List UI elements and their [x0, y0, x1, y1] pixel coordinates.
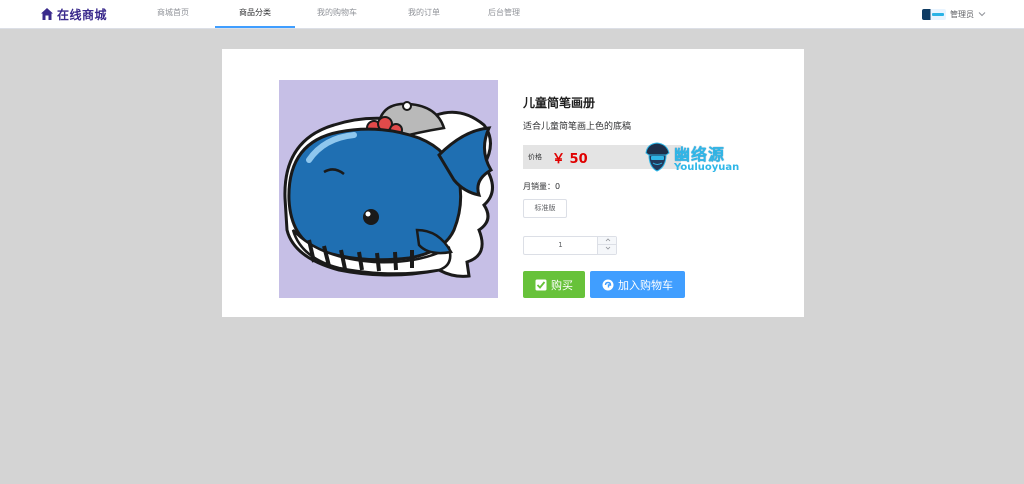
user-name: 管理员 — [950, 9, 974, 19]
monthly-sales: 月销量：0 — [523, 182, 561, 191]
nav-item-categories[interactable]: 商品分类 — [215, 0, 295, 28]
nav-item-cart[interactable]: 我的购物车 — [297, 0, 377, 28]
avatar — [922, 8, 946, 20]
product-description: 适合儿童简笔画上色的底稿 — [523, 122, 632, 132]
price-label: 价格 — [528, 153, 542, 161]
product-title: 儿童简笔画册 — [523, 96, 596, 110]
top-nav-bar: 在线商城 商城首页 商品分类 我的购物车 我的订单 后台管理 管理员 — [0, 0, 1024, 29]
buy-button-label: 购买 — [551, 278, 573, 292]
quantity-stepper[interactable]: 1 — [523, 236, 617, 255]
site-logo[interactable]: 在线商城 — [40, 6, 107, 22]
home-icon — [41, 8, 53, 20]
cartoon-whale-image — [283, 101, 494, 278]
cart-add-icon — [602, 279, 614, 290]
user-menu[interactable]: 管理员 — [922, 7, 986, 21]
chevron-up-icon — [605, 238, 610, 242]
chevron-down-icon — [605, 246, 610, 250]
decrease-quantity-button[interactable] — [598, 245, 617, 253]
chevron-down-icon — [978, 12, 986, 17]
site-name: 在线商城 — [57, 7, 108, 22]
add-to-cart-button[interactable]: 加入购物车 — [590, 271, 685, 298]
checkbox-icon — [535, 279, 547, 290]
product-image — [279, 80, 498, 298]
watermark-en: Youluoyuan — [674, 162, 740, 173]
nav-item-orders[interactable]: 我的订单 — [384, 0, 464, 28]
quantity-input[interactable]: 1 — [524, 237, 597, 254]
nav-item-admin[interactable]: 后台管理 — [464, 0, 544, 28]
buy-button[interactable]: 购买 — [523, 271, 585, 298]
hacker-mascot-icon — [645, 142, 670, 172]
stepper-controls — [597, 237, 617, 254]
price-value: ￥ 50 — [552, 151, 588, 167]
variant-option-standard[interactable]: 标准版 — [523, 199, 567, 218]
nav-item-home[interactable]: 商城首页 — [133, 0, 213, 28]
watermark: 幽络源 Youluoyuan — [644, 139, 744, 179]
increase-quantity-button[interactable] — [598, 237, 617, 245]
add-to-cart-label: 加入购物车 — [618, 278, 673, 292]
product-card: 儿童简笔画册 适合儿童简笔画上色的底稿 价格 ￥ 50 幽络源 Youluoyu… — [222, 49, 804, 317]
